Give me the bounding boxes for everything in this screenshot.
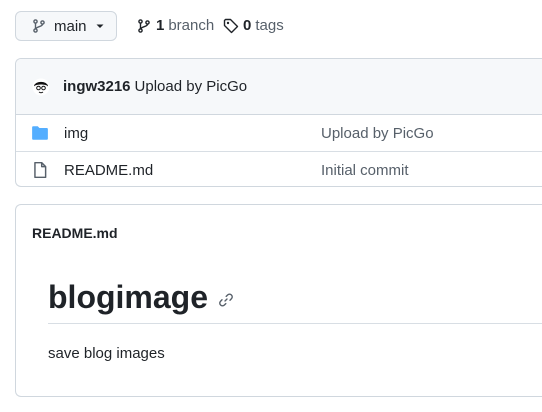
- git-branch-icon: [138, 18, 150, 33]
- readme-panel: README.md blogimage save blog images: [15, 204, 542, 397]
- readme-paragraph: save blog images: [48, 345, 165, 362]
- file-name-link[interactable]: img: [64, 125, 88, 142]
- readme-file-title[interactable]: README.md: [32, 225, 118, 241]
- link-icon[interactable]: [218, 292, 234, 308]
- latest-commit-row: ingw3216 Upload by PicGo: [16, 59, 542, 115]
- branch-selector-button[interactable]: main: [15, 11, 117, 41]
- file-icon: [34, 161, 47, 179]
- readme-heading: blogimage: [48, 277, 234, 317]
- file-name-link[interactable]: README.md: [64, 162, 153, 179]
- file-commit-message-link[interactable]: Upload by PicGo: [321, 125, 434, 142]
- commit-message-link[interactable]: Upload by PicGo: [135, 78, 248, 95]
- tag-count: 0: [243, 17, 252, 34]
- repo-page: main 1 branch 0 tags ingw3216 Upload by …: [0, 0, 542, 412]
- readme-heading-text: blogimage: [48, 279, 209, 315]
- git-branch-icon: [33, 19, 45, 33]
- file-commit-message-link[interactable]: Initial commit: [321, 162, 409, 179]
- branch-count-label: branch: [168, 17, 215, 34]
- caret-down-icon: [96, 24, 104, 28]
- branches-link[interactable]: 1 branch: [136, 17, 214, 34]
- file-row-img[interactable]: img Upload by PicGo: [16, 115, 542, 152]
- heading-divider: [48, 323, 542, 324]
- branch-count: 1: [156, 17, 165, 34]
- tag-count-label: tags: [255, 17, 284, 34]
- branch-selector-label: main: [54, 17, 87, 35]
- folder-icon: [32, 126, 48, 140]
- tags-link[interactable]: 0 tags: [223, 17, 284, 34]
- file-browser: ingw3216 Upload by PicGo img Upload by P…: [15, 58, 542, 187]
- file-row-readme[interactable]: README.md Initial commit: [16, 152, 542, 186]
- commit-author-link[interactable]: ingw3216: [63, 78, 131, 95]
- avatar[interactable]: [32, 78, 50, 96]
- tag-icon: [223, 18, 239, 33]
